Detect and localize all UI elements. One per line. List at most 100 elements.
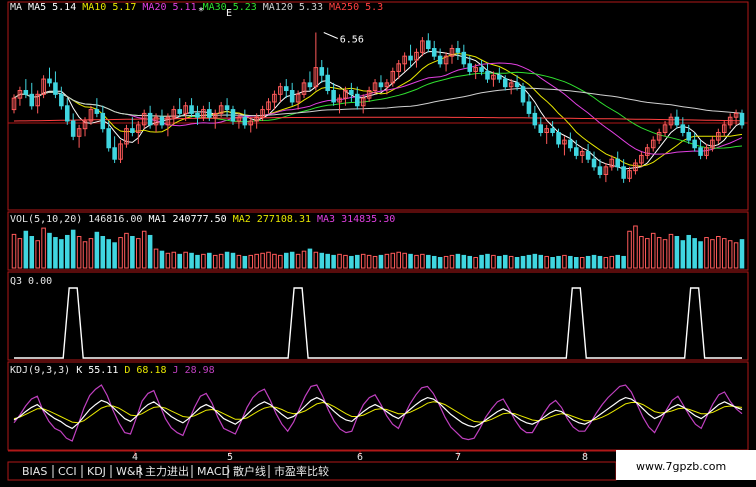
volume-bar <box>686 234 692 269</box>
tab-KDJ[interactable]: KDJ <box>87 465 106 478</box>
tab-散户线[interactable]: 散户线 <box>233 464 266 478</box>
candle-body <box>556 131 561 145</box>
candle-body <box>520 86 526 103</box>
kdj-legend: KDJ(9,3,3) K 55.11 D 68.18 J 28.98 <box>10 365 215 376</box>
volume-bar <box>94 231 100 269</box>
volume-bar <box>585 255 591 269</box>
candle-body <box>53 82 58 95</box>
volume-bar <box>538 254 544 269</box>
candle-body <box>426 40 431 50</box>
candle-body <box>70 120 76 137</box>
legend-entry: MA120 5.33 <box>263 2 323 13</box>
volume-bar <box>23 230 29 269</box>
tab-MACD[interactable]: MACD <box>197 465 230 478</box>
volume-bar <box>502 254 508 269</box>
volume-bar <box>70 229 76 269</box>
volume-bar <box>325 253 330 269</box>
candle-body <box>550 128 555 133</box>
volume-bar <box>106 239 111 269</box>
candle-body <box>289 90 295 103</box>
candle-body <box>597 166 603 175</box>
legend-entry: KDJ(9,3,3) <box>10 365 70 376</box>
volume-bar <box>556 255 561 269</box>
volume-bar <box>426 254 431 269</box>
volume-bar <box>615 254 620 269</box>
volume-bar <box>100 236 106 269</box>
volume-bar <box>331 254 336 269</box>
volume-bar <box>177 253 182 269</box>
candle-body <box>331 90 336 103</box>
stock-chart: 6.564.59 MAMA5 5.14MA10 5.17MA20 5.11MA3… <box>0 0 756 487</box>
candle-body <box>526 101 532 114</box>
candle-body <box>147 112 153 126</box>
legend-entry: D 68.18 <box>124 365 166 376</box>
candle-body <box>378 82 384 88</box>
legend-entry: K 55.11 <box>76 365 118 376</box>
volume-bar <box>526 254 532 269</box>
candle-body <box>431 48 437 57</box>
candle-body <box>680 124 686 133</box>
month-label: 5 <box>227 452 233 463</box>
tab-BIAS[interactable]: BIAS <box>22 465 47 478</box>
watermark-text: www.7gpzb.com <box>636 460 726 473</box>
volume-bar <box>307 248 313 269</box>
volume-bar <box>461 254 467 269</box>
candle-body <box>497 74 502 80</box>
candle-body <box>189 105 194 114</box>
volume-bar <box>242 255 248 269</box>
volume-bar <box>550 257 555 269</box>
month-label: 7 <box>455 452 461 463</box>
tab-CCI[interactable]: CCI <box>58 465 77 478</box>
tab-市盈率比较[interactable]: 市盈率比较 <box>274 464 329 478</box>
indicator-tabs: BIAS CCI KDJ W&R 主力进出 MACD 散户线 市盈率比较 <box>22 464 329 478</box>
volume-bar <box>349 255 354 269</box>
candle-body <box>591 158 597 168</box>
candle-body <box>230 109 236 122</box>
legend-entry: J 28.98 <box>173 365 215 376</box>
candle-body <box>23 90 29 95</box>
candle-body <box>674 116 680 126</box>
volume-bar <box>497 255 502 269</box>
tab-主力进出[interactable]: 主力进出 <box>145 464 189 478</box>
volume-bar <box>147 234 153 269</box>
candle-body <box>437 55 443 65</box>
volume-bar <box>59 239 64 269</box>
candle-body <box>479 67 484 72</box>
candle-body <box>502 78 508 88</box>
volume-bar <box>514 257 520 269</box>
star-marker: * <box>198 6 204 17</box>
volume-bar <box>479 254 484 269</box>
candle-body <box>532 112 538 126</box>
candle-body <box>692 139 697 149</box>
candle-body <box>574 147 579 156</box>
candle-body <box>59 93 64 107</box>
volume-bar <box>207 252 212 269</box>
candle-body <box>177 109 182 114</box>
legend-entry: MA2 277108.31 <box>233 214 311 225</box>
volume-bar <box>230 252 236 269</box>
legend-entry: MA250 5.3 <box>329 2 383 13</box>
volume-bar <box>355 254 360 269</box>
volume-bar <box>408 253 413 269</box>
candle-body <box>207 109 212 118</box>
candle-body <box>461 51 467 65</box>
volume-bar <box>29 236 35 269</box>
indicator-tab-bar: BIAS CCI KDJ W&R 主力进出 MACD 散户线 市盈率比较 <box>7 461 617 481</box>
candle-body <box>538 124 544 133</box>
volume-bar <box>283 252 289 269</box>
volume-bar <box>319 252 325 269</box>
tab-W&R[interactable]: W&R <box>116 465 143 478</box>
candle-body <box>355 93 360 107</box>
candle-body <box>224 105 230 111</box>
volume-bar <box>53 237 58 269</box>
candle-body <box>47 78 52 84</box>
volume-bar <box>621 255 626 269</box>
candle-body <box>467 63 473 72</box>
candle-body <box>739 112 745 126</box>
candle-body <box>325 74 330 92</box>
candle-body <box>349 90 354 95</box>
volume-bar <box>597 255 603 269</box>
candle-body <box>112 147 117 160</box>
candle-body <box>283 86 289 92</box>
candle-body <box>29 93 35 107</box>
